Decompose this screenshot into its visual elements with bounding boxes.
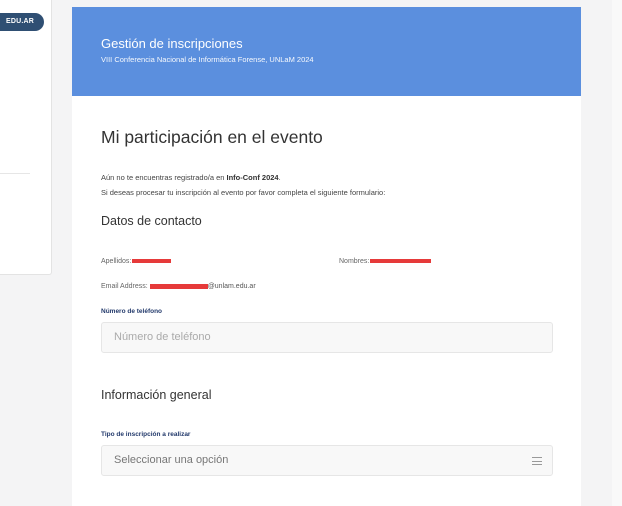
nombres-label: Nombres: (339, 257, 370, 265)
inscription-type-label: Tipo de inscripción a realizar (101, 431, 191, 438)
nombres-redaction (370, 258, 432, 264)
phone-label: Número de teléfono (101, 308, 163, 315)
header-title: Gestión de inscripciones (101, 36, 243, 51)
intro-prefix: Aún no te encuentras registrado/a en (101, 173, 227, 182)
email-redaction (149, 284, 208, 289)
nombres-field: Nombres: (339, 257, 432, 265)
email-row: Email Address: @unlam.edu.ar (101, 283, 552, 290)
left-panel: EDU.AR (0, 0, 52, 275)
apellidos-redaction (132, 258, 172, 264)
phone-input[interactable]: Número de teléfono (101, 322, 553, 353)
registration-card: Gestión de inscripciones VIII Conferenci… (72, 7, 581, 506)
email-domain: @unlam.edu.ar (207, 283, 256, 290)
name-row: Apellidos: Nombres: (101, 256, 552, 266)
intro-text: Aún no te encuentras registrado/a en Inf… (101, 170, 552, 200)
card-body: Mi participación en el evento Aún no te … (72, 96, 581, 476)
intro-line-2: Si deseas procesar tu inscripción al eve… (101, 188, 386, 197)
inscription-type-select[interactable]: Seleccionar una opción (101, 445, 553, 476)
header-subtitle: VIII Conferencia Nacional de Informática… (101, 55, 314, 64)
general-section-title: Información general (101, 388, 212, 402)
list-icon (532, 457, 542, 465)
right-edge (612, 0, 622, 506)
apellidos-label: Apellidos: (101, 257, 132, 265)
domain-badge[interactable]: EDU.AR (0, 13, 44, 31)
page-title: Mi participación en el evento (101, 127, 323, 147)
email-label: Email Address: (101, 283, 148, 290)
left-divider (0, 173, 30, 174)
apellidos-field: Apellidos: (101, 258, 339, 265)
intro-event-name: Info-Conf 2024 (226, 173, 279, 182)
intro-line-1: Aún no te encuentras registrado/a en Inf… (101, 170, 552, 185)
inscription-select-value: Seleccionar una opción (114, 454, 229, 466)
intro-suffix: . (278, 173, 281, 182)
card-header: Gestión de inscripciones VIII Conferenci… (72, 7, 581, 96)
contact-section-title: Datos de contacto (101, 214, 202, 228)
